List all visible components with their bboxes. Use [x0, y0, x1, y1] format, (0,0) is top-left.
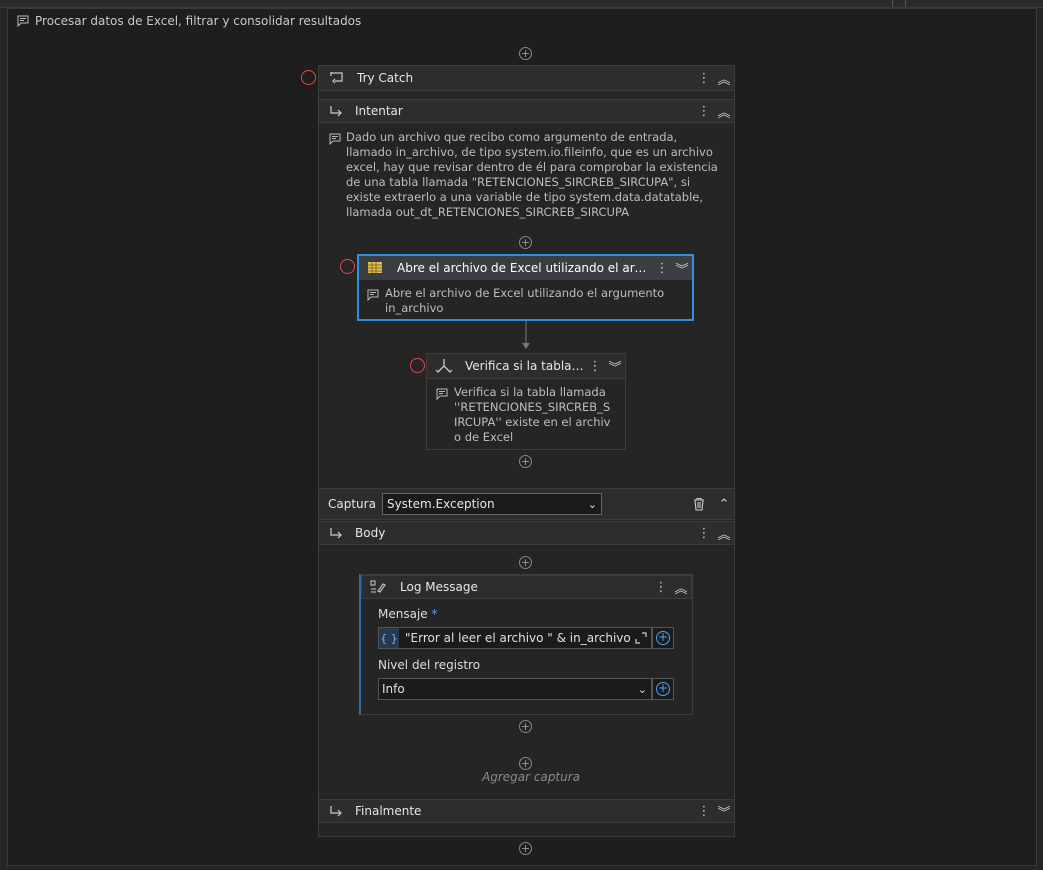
branch-arrow-icon — [330, 528, 342, 539]
add-activity-plus-icon[interactable]: + — [519, 556, 532, 569]
level-select[interactable]: Info ⌄ — [378, 678, 652, 700]
required-mark: * — [431, 607, 438, 621]
level-value: Info — [382, 682, 405, 696]
collapse-icon[interactable]: ⌃ — [714, 497, 734, 512]
top-strip — [0, 0, 1043, 8]
add-catch-link[interactable]: Agregar captura — [482, 770, 580, 784]
add-activity-plus-icon[interactable]: + — [519, 842, 532, 855]
catch-header: Captura System.Exception ⌄ ⌃ — [318, 488, 735, 520]
trash-icon[interactable] — [692, 497, 706, 511]
connector-arrow — [522, 321, 530, 349]
message-input[interactable]: { } "Error al leer el archivo " & in_arc… — [378, 627, 652, 649]
body-header[interactable]: Body ⋮ ︽ — [318, 521, 735, 545]
level-label: Nivel del registro — [378, 658, 481, 672]
expand-icon[interactable]: ︾ — [714, 802, 734, 821]
try-catch-title: Try Catch — [357, 71, 414, 85]
try-catch-header[interactable]: Try Catch ⋮ ︽ — [318, 65, 735, 91]
finally-title: Finalmente — [355, 804, 422, 818]
comment-icon — [17, 15, 29, 27]
breakpoint-icon[interactable] — [340, 259, 355, 274]
log-message-icon — [370, 580, 386, 593]
kebab-menu-icon[interactable]: ⋮ — [694, 104, 714, 119]
branch-arrow-icon — [330, 806, 342, 817]
collapse-icon[interactable]: ︽ — [714, 69, 734, 88]
comment-icon — [329, 133, 341, 145]
excel-file-icon — [368, 262, 382, 273]
add-variable-plus-icon[interactable]: + — [656, 682, 670, 696]
annotation-text: Procesar datos de Excel, filtrar y conso… — [35, 14, 362, 28]
chevron-down-icon: ⌄ — [637, 682, 647, 696]
activity-check-table-title: Verifica si la tabla ll... — [465, 359, 585, 373]
add-activity-plus-icon[interactable]: + — [519, 455, 532, 468]
activity-open-excel-title: Abre el archivo de Excel utilizando el a… — [397, 261, 652, 275]
expression-braces-icon[interactable]: { } — [379, 628, 399, 648]
breakpoint-icon[interactable] — [301, 70, 316, 85]
message-label-row: Mensaje * — [378, 607, 438, 621]
activity-open-excel-header[interactable]: Abre el archivo de Excel utilizando el a… — [359, 256, 692, 280]
body-title: Body — [355, 526, 386, 540]
comment-icon — [367, 289, 379, 301]
add-activity-plus-icon[interactable]: + — [519, 236, 532, 249]
add-catch-plus-icon[interactable]: + — [519, 757, 532, 770]
comment-icon — [436, 388, 448, 400]
message-value: "Error al leer el archivo " & in_archivo… — [405, 631, 631, 645]
expand-icon[interactable]: ︾ — [605, 357, 625, 376]
message-label: Mensaje — [378, 607, 428, 621]
activity-open-excel-comment: Abre el archivo de Excel utilizando el a… — [385, 286, 665, 315]
add-activity-plus-icon[interactable]: + — [519, 720, 532, 733]
exception-type-select[interactable]: System.Exception ⌄ — [381, 493, 602, 515]
expand-icon[interactable]: ︾ — [672, 259, 692, 278]
exception-type-value: System.Exception — [386, 497, 495, 511]
branch-arrow-icon — [330, 106, 342, 117]
chevron-down-icon: ⌄ — [587, 497, 597, 511]
collapse-icon[interactable]: ︽ — [671, 578, 691, 597]
collapse-icon[interactable]: ︽ — [714, 524, 734, 543]
expand-editor-icon[interactable] — [635, 632, 647, 644]
workflow-annotation[interactable]: Procesar datos de Excel, filtrar y conso… — [17, 14, 361, 28]
decision-branch-icon — [435, 359, 453, 373]
try-section-comment[interactable]: Dado un archivo que recibo como argument… — [346, 130, 722, 220]
breakpoint-icon[interactable] — [410, 358, 425, 373]
add-activity-plus-icon[interactable]: + — [519, 47, 532, 60]
kebab-menu-icon[interactable]: ⋮ — [694, 526, 714, 541]
try-section-header[interactable]: Intentar ⋮ ︽ — [318, 99, 735, 123]
kebab-menu-icon[interactable]: ⋮ — [652, 261, 672, 276]
finally-header[interactable]: Finalmente ⋮ ︾ — [318, 799, 735, 823]
log-message-title: Log Message — [400, 580, 478, 594]
catch-label: Captura — [328, 497, 376, 511]
add-variable-plus-icon[interactable]: + — [656, 631, 670, 645]
kebab-menu-icon[interactable]: ⋮ — [694, 71, 714, 86]
try-section-title: Intentar — [355, 104, 403, 118]
kebab-menu-icon[interactable]: ⋮ — [694, 804, 714, 819]
log-message-header[interactable]: Log Message ⋮ ︽ — [361, 575, 692, 599]
kebab-menu-icon[interactable]: ⋮ — [651, 580, 671, 595]
collapse-icon[interactable]: ︽ — [714, 102, 734, 121]
try-catch-icon — [330, 72, 343, 84]
kebab-menu-icon[interactable]: ⋮ — [585, 359, 605, 374]
activity-check-table-comment: Verifica si la tabla llamada ''RETENCION… — [454, 385, 611, 444]
activity-check-table-header[interactable]: Verifica si la tabla ll... ⋮ ︾ — [426, 353, 626, 379]
